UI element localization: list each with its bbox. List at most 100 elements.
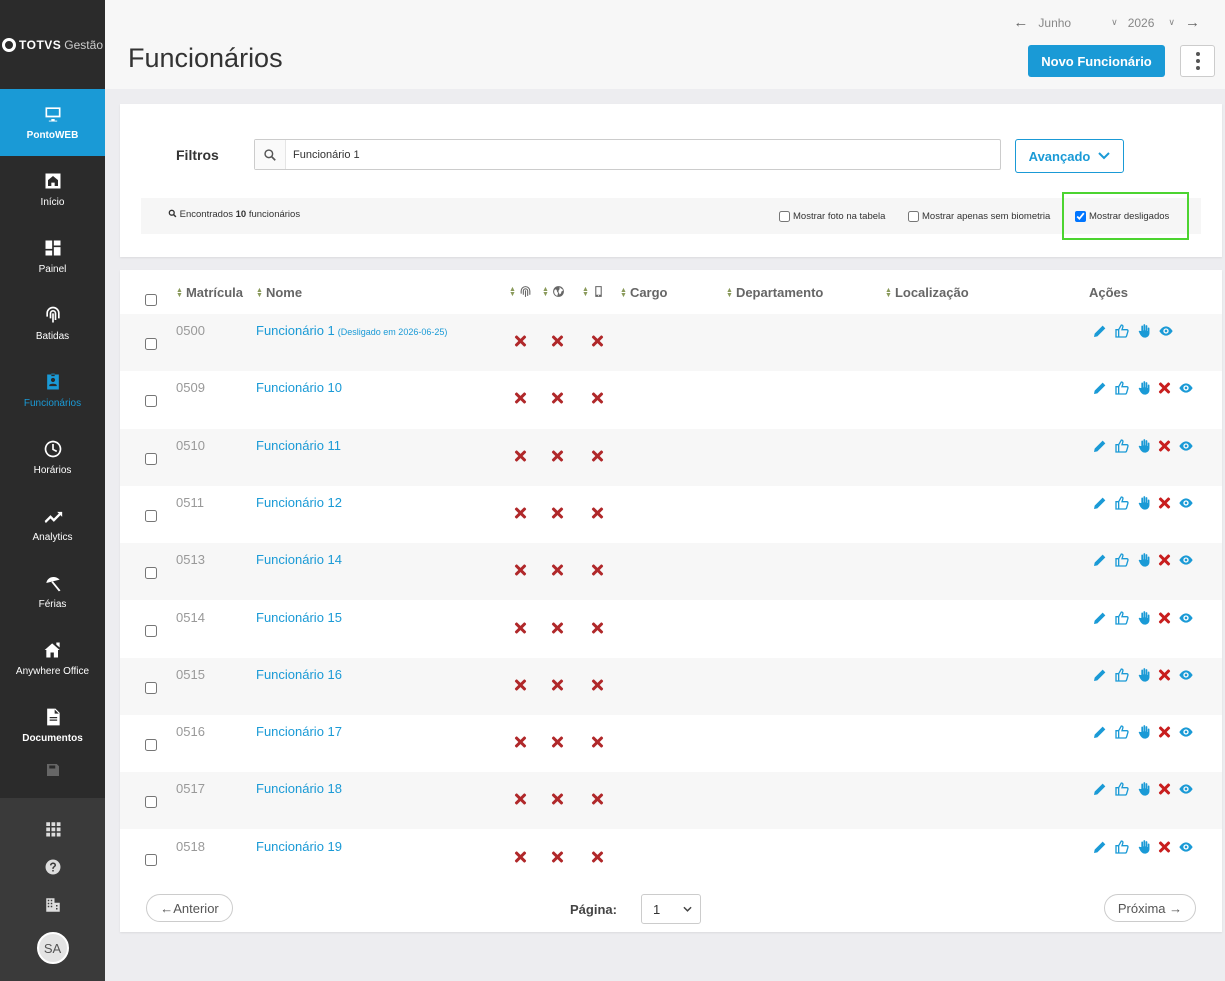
sidebar-item-analytics[interactable]: Analytics (0, 491, 105, 558)
row-name-link[interactable]: Funcionário 1 (Desligado em 2026-06-25) (256, 323, 447, 338)
deactivate-icon[interactable] (1158, 782, 1172, 796)
edit-pencil-icon[interactable] (1092, 839, 1108, 855)
eye-icon[interactable] (1158, 323, 1174, 339)
table-row[interactable]: 0509 Funcionário 10 (120, 371, 1222, 428)
deactivate-icon[interactable] (1158, 553, 1172, 567)
edit-pencil-icon[interactable] (1092, 610, 1108, 626)
eye-icon[interactable] (1178, 438, 1194, 454)
eye-icon[interactable] (1178, 839, 1194, 855)
deactivate-icon[interactable] (1158, 439, 1172, 453)
edit-pencil-icon[interactable] (1092, 552, 1108, 568)
row-name-link[interactable]: Funcionário 12 (256, 495, 342, 510)
thumbs-up-icon[interactable] (1114, 839, 1130, 855)
deactivate-icon[interactable] (1158, 611, 1172, 625)
col-nome[interactable]: ▲ ▼ Nome (256, 285, 302, 300)
apps-grid-icon[interactable] (44, 820, 62, 838)
col-mobile[interactable]: ▲ ▼ (582, 285, 605, 298)
table-row[interactable]: 0511 Funcionário 12 (120, 486, 1222, 543)
search-input[interactable] (286, 148, 1000, 161)
edit-pencil-icon[interactable] (1092, 781, 1108, 797)
row-name-link[interactable]: Funcionário 14 (256, 552, 342, 567)
eye-icon[interactable] (1178, 610, 1194, 626)
sidebar-item-ferias[interactable]: Férias (0, 558, 105, 625)
row-checkbox[interactable] (145, 681, 157, 694)
row-checkbox[interactable] (145, 624, 157, 637)
building-icon[interactable] (44, 896, 62, 914)
row-checkbox[interactable] (145, 395, 157, 408)
eye-icon[interactable] (1178, 495, 1194, 511)
prev-month-arrow-icon[interactable]: ← (1013, 14, 1028, 31)
table-row[interactable]: 0518 Funcionário 19 (120, 830, 1222, 887)
col-biometry[interactable]: ▲ ▼ (509, 285, 532, 298)
show-photo-checkbox[interactable] (779, 211, 790, 222)
edit-pencil-icon[interactable] (1092, 495, 1108, 511)
hand-icon[interactable] (1136, 781, 1152, 797)
row-name-link[interactable]: Funcionário 15 (256, 610, 342, 625)
row-checkbox[interactable] (145, 338, 157, 350)
eye-icon[interactable] (1178, 667, 1194, 683)
sidebar-item-horarios[interactable]: Horários (0, 424, 105, 491)
help-icon[interactable] (44, 858, 62, 876)
row-checkbox[interactable] (145, 567, 157, 580)
logo[interactable]: TOTVS Gestão (0, 0, 105, 89)
row-checkbox[interactable] (145, 452, 157, 465)
table-row[interactable]: 0513 Funcionário 14 (120, 543, 1222, 601)
edit-pencil-icon[interactable] (1092, 667, 1108, 683)
col-matricula[interactable]: ▲ ▼ Matrícula (176, 285, 243, 300)
row-checkbox[interactable] (145, 739, 157, 752)
col-localizacao[interactable]: ▲ ▼ Localização (885, 285, 969, 300)
col-web[interactable]: ▲ ▼ (542, 285, 565, 298)
thumbs-up-icon[interactable] (1114, 323, 1130, 339)
month-select[interactable]: Junho ∨ (1038, 16, 1117, 30)
show-photo-option[interactable]: Mostrar foto na tabela (779, 211, 885, 222)
select-all-checkbox[interactable] (145, 294, 157, 306)
next-page-button[interactable]: Próxima → (1104, 894, 1196, 922)
deactivate-icon[interactable] (1158, 496, 1172, 510)
table-row[interactable]: 0516 Funcionário 17 (120, 715, 1222, 772)
row-name-link[interactable]: Funcionário 16 (256, 667, 342, 682)
row-name-link[interactable]: Funcionário 17 (256, 724, 342, 739)
show-without-biometry-option[interactable]: Mostrar apenas sem biometria (908, 211, 1050, 222)
hand-icon[interactable] (1136, 438, 1152, 454)
thumbs-up-icon[interactable] (1114, 552, 1130, 568)
hand-icon[interactable] (1136, 667, 1152, 683)
sidebar-item-painel[interactable]: Painel (0, 223, 105, 290)
table-row[interactable]: 0515 Funcionário 16 (120, 657, 1222, 715)
thumbs-up-icon[interactable] (1114, 667, 1130, 683)
row-checkbox[interactable] (145, 509, 157, 522)
hand-icon[interactable] (1136, 839, 1152, 855)
show-without-biometry-checkbox[interactable] (908, 211, 919, 222)
deactivate-icon[interactable] (1158, 668, 1172, 682)
page-select[interactable]: 1 (641, 894, 701, 924)
hand-icon[interactable] (1136, 610, 1152, 626)
eye-icon[interactable] (1178, 380, 1194, 396)
row-checkbox[interactable] (145, 853, 157, 866)
col-cargo[interactable]: ▲ ▼ Cargo (620, 285, 668, 300)
sidebar-item-pontoweb[interactable]: PontoWEB (0, 89, 105, 156)
sidebar-item-inicio[interactable]: Início (0, 156, 105, 223)
deactivate-icon[interactable] (1158, 840, 1172, 854)
edit-pencil-icon[interactable] (1092, 724, 1108, 740)
sidebar-item-funcionarios[interactable]: Funcionários (0, 357, 105, 424)
sidebar-item-partial[interactable] (0, 759, 105, 779)
thumbs-up-icon[interactable] (1114, 781, 1130, 797)
row-name-link[interactable]: Funcionário 19 (256, 839, 342, 854)
thumbs-up-icon[interactable] (1114, 495, 1130, 511)
eye-icon[interactable] (1178, 724, 1194, 740)
hand-icon[interactable] (1136, 380, 1152, 396)
row-name-link[interactable]: Funcionário 11 (256, 438, 341, 453)
thumbs-up-icon[interactable] (1114, 380, 1130, 396)
thumbs-up-icon[interactable] (1114, 438, 1130, 454)
row-name-link[interactable]: Funcionário 10 (256, 380, 342, 395)
col-departamento[interactable]: ▲ ▼ Departamento (726, 285, 823, 300)
table-row[interactable]: 0514 Funcionário 15 (120, 601, 1222, 658)
next-month-arrow-icon[interactable]: → (1185, 14, 1200, 31)
hand-icon[interactable] (1136, 323, 1152, 339)
edit-pencil-icon[interactable] (1092, 438, 1108, 454)
hand-icon[interactable] (1136, 552, 1152, 568)
table-row[interactable]: 0517 Funcionário 18 (120, 772, 1222, 830)
row-name-link[interactable]: Funcionário 18 (256, 781, 342, 796)
sidebar-item-batidas[interactable]: Batidas (0, 290, 105, 357)
row-checkbox[interactable] (145, 796, 157, 809)
hand-icon[interactable] (1136, 724, 1152, 740)
